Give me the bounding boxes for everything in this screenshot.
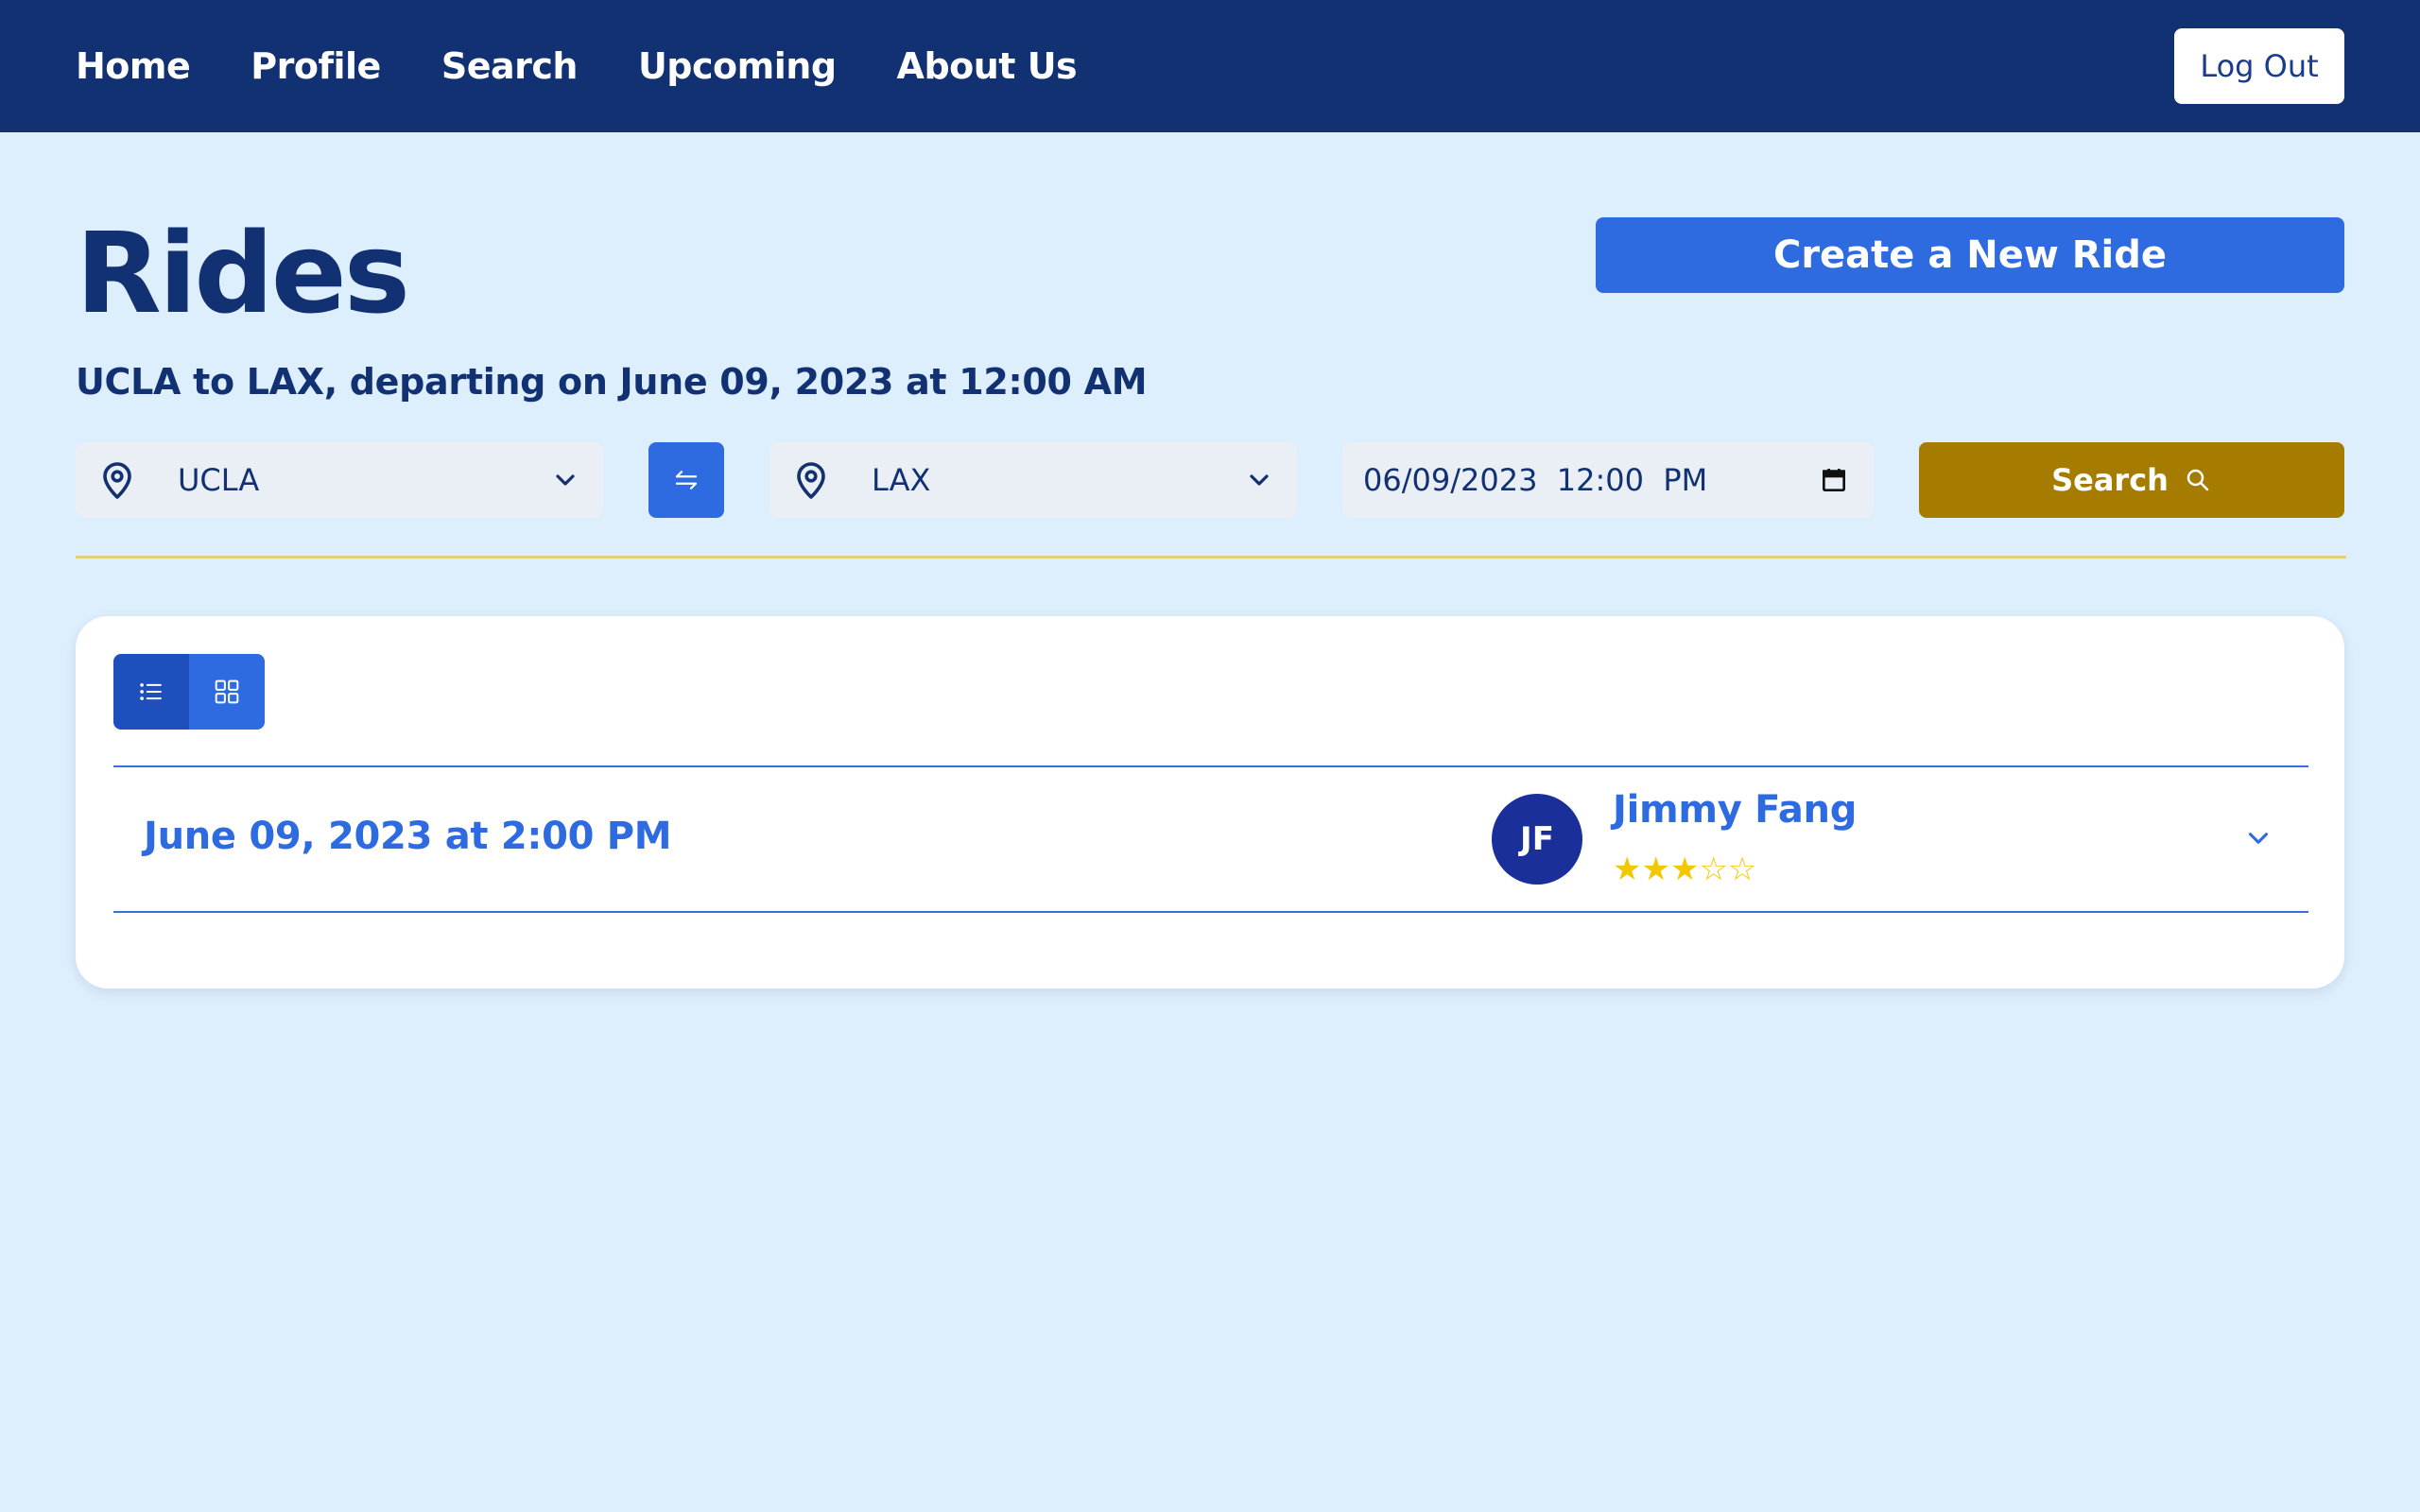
driver-avatar: JF [1492,794,1582,885]
calendar-icon[interactable] [1819,465,1849,495]
driver-name: Jimmy Fang [1613,788,1858,832]
section-divider [76,556,2346,558]
page-title: Rides [76,208,410,338]
search-button-label: Search [2051,462,2169,498]
destination-select[interactable]: LAX [769,442,1297,518]
nav-link-home[interactable]: Home [76,45,191,87]
driver-rating-stars: ★★★☆☆ [1613,850,1757,888]
map-pin-icon [103,462,131,499]
departure-datetime-input[interactable]: 06/09/2023 12:00 PM [1342,442,1874,518]
origin-select[interactable]: UCLA [76,442,603,518]
swap-locations-button[interactable] [648,442,724,518]
nav-link-about-us[interactable]: About Us [897,45,1078,87]
ride-row[interactable]: June 09, 2023 at 2:00 PM JF Jimmy Fang ★… [113,765,2308,913]
chevron-down-icon[interactable] [2242,822,2274,854]
nav-link-upcoming[interactable]: Upcoming [638,45,837,87]
ride-datetime: June 09, 2023 at 2:00 PM [144,815,672,858]
search-summary: UCLA to LAX, departing on June 09, 2023 … [76,361,1148,403]
top-nav: Home Profile Search Upcoming About Us Lo… [0,0,2420,132]
list-icon [140,683,162,700]
grid-view-button[interactable] [189,654,265,730]
create-ride-button[interactable]: Create a New Ride [1596,217,2344,293]
chevron-down-icon [1250,474,1269,486]
map-pin-icon [797,462,825,499]
swap-arrows-icon [675,471,698,490]
magnifier-icon [2187,469,2209,491]
grid-icon [215,679,239,704]
logout-button[interactable]: Log Out [2174,28,2344,104]
chevron-down-icon [556,474,575,486]
nav-links: Home Profile Search Upcoming About Us [76,0,1137,132]
search-button[interactable]: Search [1919,442,2344,518]
list-view-button[interactable] [113,654,189,730]
nav-link-search[interactable]: Search [441,45,579,87]
datetime-value: 06/09/2023 12:00 PM [1363,462,1708,498]
view-toggle [113,654,265,730]
origin-value: UCLA [178,462,260,498]
nav-link-profile[interactable]: Profile [251,45,381,87]
destination-value: LAX [872,462,931,498]
rides-results-card: June 09, 2023 at 2:00 PM JF Jimmy Fang ★… [76,616,2344,988]
